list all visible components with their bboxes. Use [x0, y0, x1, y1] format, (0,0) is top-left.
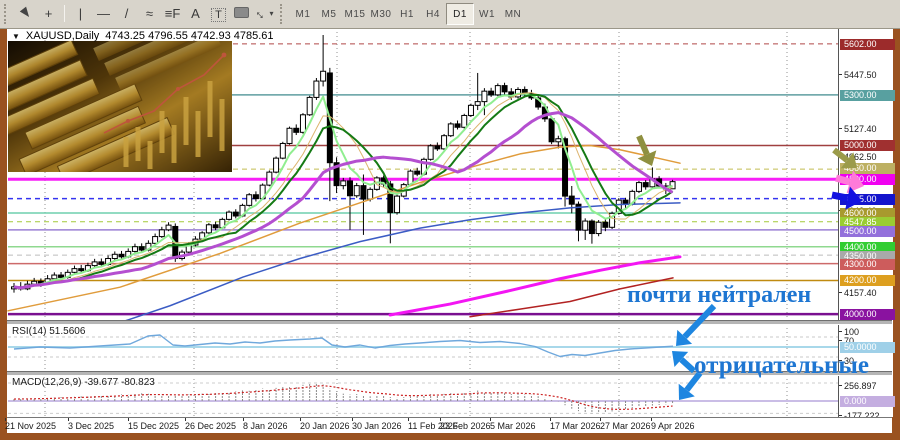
scale-tick: [839, 415, 842, 416]
symbol-period-label: XAUUSD,Daily: [25, 30, 100, 42]
price-level-badge: 4000.00: [840, 309, 895, 320]
trendline-icon[interactable]: /: [115, 3, 138, 25]
gold-bars-photo: [8, 41, 232, 172]
toolbar-grip-2[interactable]: [280, 4, 285, 24]
chevron-down-icon[interactable]: ▼: [12, 32, 20, 41]
scale-tick: [839, 156, 842, 157]
pane-separator-rsi[interactable]: [7, 320, 892, 325]
scale-tick: [839, 128, 842, 129]
time-axis-label: 23 Feb 2026: [440, 421, 491, 431]
timeframe-d1[interactable]: D1: [446, 3, 474, 25]
time-axis-label: 30 Jan 2026: [352, 421, 402, 431]
price-scale-label: 5127.40: [844, 124, 877, 134]
scale-tick: [839, 74, 842, 75]
time-axis-label: 5 Mar 2026: [490, 421, 536, 431]
cursor-icon[interactable]: [14, 2, 37, 24]
price-level-badge: 5000.00: [840, 140, 895, 151]
horizontal-line-icon[interactable]: —: [92, 3, 115, 25]
price-level-badge: 4200.00: [840, 275, 895, 286]
time-axis-label: 20 Jan 2026: [300, 421, 350, 431]
scale-tick: [839, 331, 842, 332]
ohlc-values: 4743.25 4796.55 4742.93 4785.61: [105, 30, 274, 42]
time-axis-label: 3 Dec 2025: [68, 421, 115, 431]
timeframe-m15[interactable]: M15: [342, 4, 368, 24]
toolbar: + | — / ≈ ≡F A T ↔ ▾ M1 M5 M15 M30 H1 H4 D1 W1 MN: [0, 0, 900, 29]
time-axis-label: 9 Apr 2026: [651, 421, 695, 431]
annotation-almost-neutral: почти нейтрален: [627, 282, 812, 308]
vertical-line-icon[interactable]: |: [69, 3, 92, 25]
macd-label: MACD(12,26,9) -39.677 -80.823: [12, 377, 155, 388]
timeframe-w1[interactable]: W1: [474, 4, 500, 24]
time-axis-label: 26 Dec 2025: [185, 421, 237, 431]
timeframe-h4[interactable]: H4: [420, 4, 446, 24]
time-axis-label: 8 Jan 2026: [243, 421, 288, 431]
timeframe-m1[interactable]: M1: [290, 4, 316, 24]
text-icon[interactable]: A: [184, 3, 207, 25]
scale-tick: [839, 340, 842, 341]
fibonacci-icon[interactable]: ≡F: [161, 3, 184, 25]
toolbar-grip[interactable]: [4, 4, 9, 24]
channel-icon[interactable]: ≈: [138, 3, 161, 25]
price-level-badge: 4300.00: [840, 259, 895, 270]
time-axis[interactable]: 21 Nov 2025 3 Dec 2025 15 Dec 2025 26 Dec 2…: [5, 417, 892, 433]
timeframe-m5[interactable]: M5: [316, 4, 342, 24]
price-level-badge: 4500.00: [840, 226, 895, 237]
timeframe-m30[interactable]: M30: [368, 4, 394, 24]
price-scale-label: 5447.50: [844, 70, 877, 80]
price-level-badge: 5602.00: [840, 39, 895, 50]
price-level-badge: 0.000: [840, 396, 895, 407]
toolbar-separator: [64, 5, 65, 23]
label-icon[interactable]: T: [207, 4, 230, 26]
crosshair-icon[interactable]: +: [37, 3, 60, 25]
scale-tick: [839, 385, 842, 386]
timeframe-mn[interactable]: MN: [500, 4, 526, 24]
timeframe-h1[interactable]: H1: [394, 4, 420, 24]
drawing-tools-group: + | — / ≈ ≡F A T ↔ ▾: [14, 2, 276, 27]
rsi-label: RSI(14) 51.5606: [12, 326, 86, 337]
timeframe-group: M1 M5 M15 M30 H1 H4 D1 W1 MN: [290, 3, 526, 25]
time-axis-label: 27 Mar 2026: [600, 421, 651, 431]
chart-title: ▼ XAUUSD,Daily 4743.25 4796.55 4742.93 4…: [12, 30, 274, 42]
arrows-icon[interactable]: ↔ ▾: [252, 3, 276, 25]
price-scale-label: 4962.50: [844, 152, 877, 162]
shape-icon[interactable]: [230, 2, 253, 24]
time-axis-label: 17 Mar 2026: [550, 421, 601, 431]
scale-tick: [839, 292, 842, 293]
mt4-window: + | — / ≈ ≡F A T ↔ ▾ M1 M5 M15 M30 H1 H4 D1 W1 MN 5447.50…: [0, 0, 900, 440]
price-scale-label: 256.897: [844, 381, 877, 391]
time-axis-label: 15 Dec 2025: [128, 421, 180, 431]
price-level-badge: 4860.00: [840, 163, 895, 174]
time-axis-label: 21 Nov 2025: [5, 421, 57, 431]
price-level-badge: 4685.00: [840, 194, 895, 205]
price-level-badge: 5300.00: [840, 90, 895, 101]
price-level-badge: 4800.00: [840, 174, 895, 185]
price-scale-label: 4157.40: [844, 288, 877, 298]
annotation-negative: отрицательные: [694, 352, 869, 379]
